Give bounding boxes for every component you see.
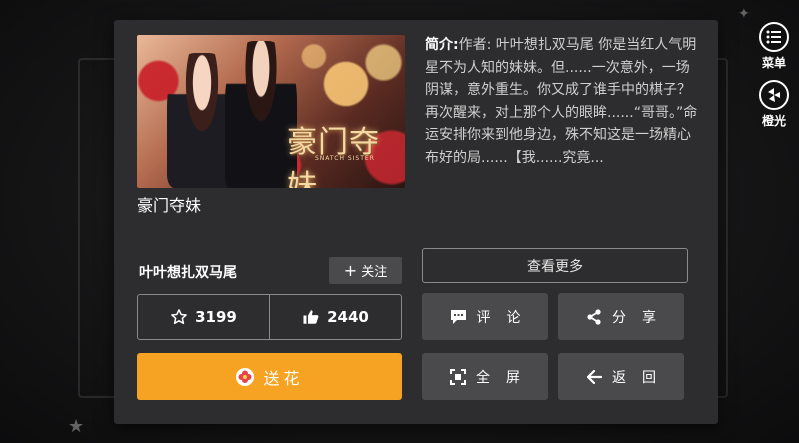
star-count-button[interactable]: 3199 <box>138 295 269 339</box>
menu-button[interactable]: 菜单 <box>751 22 797 82</box>
star-count: 3199 <box>195 308 237 326</box>
share-icon <box>587 308 601 325</box>
star-icon <box>171 309 187 325</box>
like-count-button[interactable]: 2440 <box>269 295 401 339</box>
cover-title-art: 豪门夺妹 <box>287 125 380 188</box>
orange-light-logo-icon <box>759 80 789 110</box>
star-decoration-icon: ★ <box>68 416 85 437</box>
follow-label: 关注 <box>361 265 388 280</box>
plus-icon: + <box>343 260 358 280</box>
send-flower-button[interactable]: 送花 <box>137 353 402 400</box>
comment-icon <box>450 309 466 324</box>
fullscreen-icon <box>450 368 466 385</box>
intro-label: 简介: <box>425 37 459 53</box>
menu-icon <box>759 22 789 52</box>
menu-label: 菜单 <box>761 56 786 70</box>
send-flower-label: 送花 <box>263 368 304 388</box>
stats-bar: 3199 2440 <box>137 294 402 340</box>
orange-light-label: 橙光 <box>761 114 786 128</box>
comment-button[interactable]: 评论 <box>422 293 548 340</box>
cover-subtitle-art: SNATCH SISTER <box>315 155 375 162</box>
intro-text: 作者: 叶叶想扎双马尾 你是当红人气明星不为人知的妹妹。但......一次意外，… <box>425 37 698 166</box>
thumbs-up-icon <box>303 310 319 324</box>
book-intro: 简介:作者: 叶叶想扎双马尾 你是当红人气明星不为人知的妹妹。但......一次… <box>425 34 703 234</box>
fullscreen-label: 全屏 <box>476 369 536 386</box>
fullscreen-button[interactable]: 全屏 <box>422 353 548 400</box>
orange-light-button[interactable]: 橙光 <box>751 80 797 140</box>
author-name: 叶叶想扎双马尾 <box>139 265 237 281</box>
like-count: 2440 <box>327 308 369 326</box>
book-title: 豪门夺妹 <box>137 196 202 215</box>
follow-button[interactable]: + 关注 <box>329 257 402 284</box>
book-info-panel: 豪门夺妹 SNATCH SISTER 豪门夺妹 简介:作者: 叶叶想扎双马尾 你… <box>114 20 718 424</box>
view-more-button[interactable]: 查看更多 <box>422 248 688 283</box>
flower-icon <box>236 367 255 386</box>
star-decoration-icon: ✦ <box>738 6 750 22</box>
book-cover-image: 豪门夺妹 SNATCH SISTER <box>137 35 405 188</box>
arrow-left-icon <box>586 369 602 384</box>
back-label: 返回 <box>612 369 672 386</box>
back-button[interactable]: 返回 <box>558 353 684 400</box>
share-label: 分享 <box>612 309 672 326</box>
comment-label: 评论 <box>476 309 537 326</box>
share-button[interactable]: 分享 <box>558 293 684 340</box>
